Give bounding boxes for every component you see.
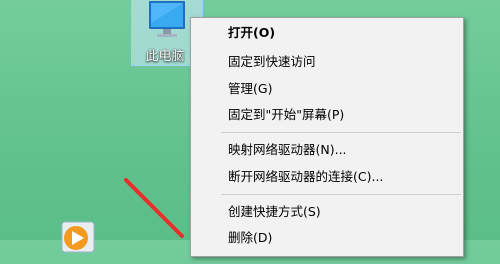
desktop-icon-label: 此电脑 xyxy=(145,49,185,64)
menu-item-create-shortcut[interactable]: 创建快捷方式(S) xyxy=(191,201,463,223)
menu-item-open[interactable]: 打开(O) xyxy=(191,22,463,44)
menu-separator xyxy=(221,132,461,133)
media-player-icon xyxy=(61,221,95,253)
context-menu: 打开(O) 固定到快速访问 管理(G) 固定到"开始"屏幕(P) 映射网络驱动器… xyxy=(190,17,464,257)
menu-item-pin-quick-access[interactable]: 固定到快速访问 xyxy=(191,51,463,73)
computer-icon xyxy=(149,1,185,37)
menu-item-map-network-drive[interactable]: 映射网络驱动器(N)... xyxy=(191,139,463,161)
desktop-icon-media[interactable] xyxy=(58,220,98,260)
menu-item-pin-start[interactable]: 固定到"开始"屏幕(P) xyxy=(191,104,463,126)
red-arrow-icon xyxy=(124,178,184,238)
menu-item-disconnect-network-drive[interactable]: 断开网络驱动器的连接(C)... xyxy=(191,166,463,188)
menu-item-delete[interactable]: 删除(D) xyxy=(191,227,463,249)
menu-separator xyxy=(221,194,461,195)
menu-item-manage[interactable]: 管理(G) xyxy=(191,78,463,100)
